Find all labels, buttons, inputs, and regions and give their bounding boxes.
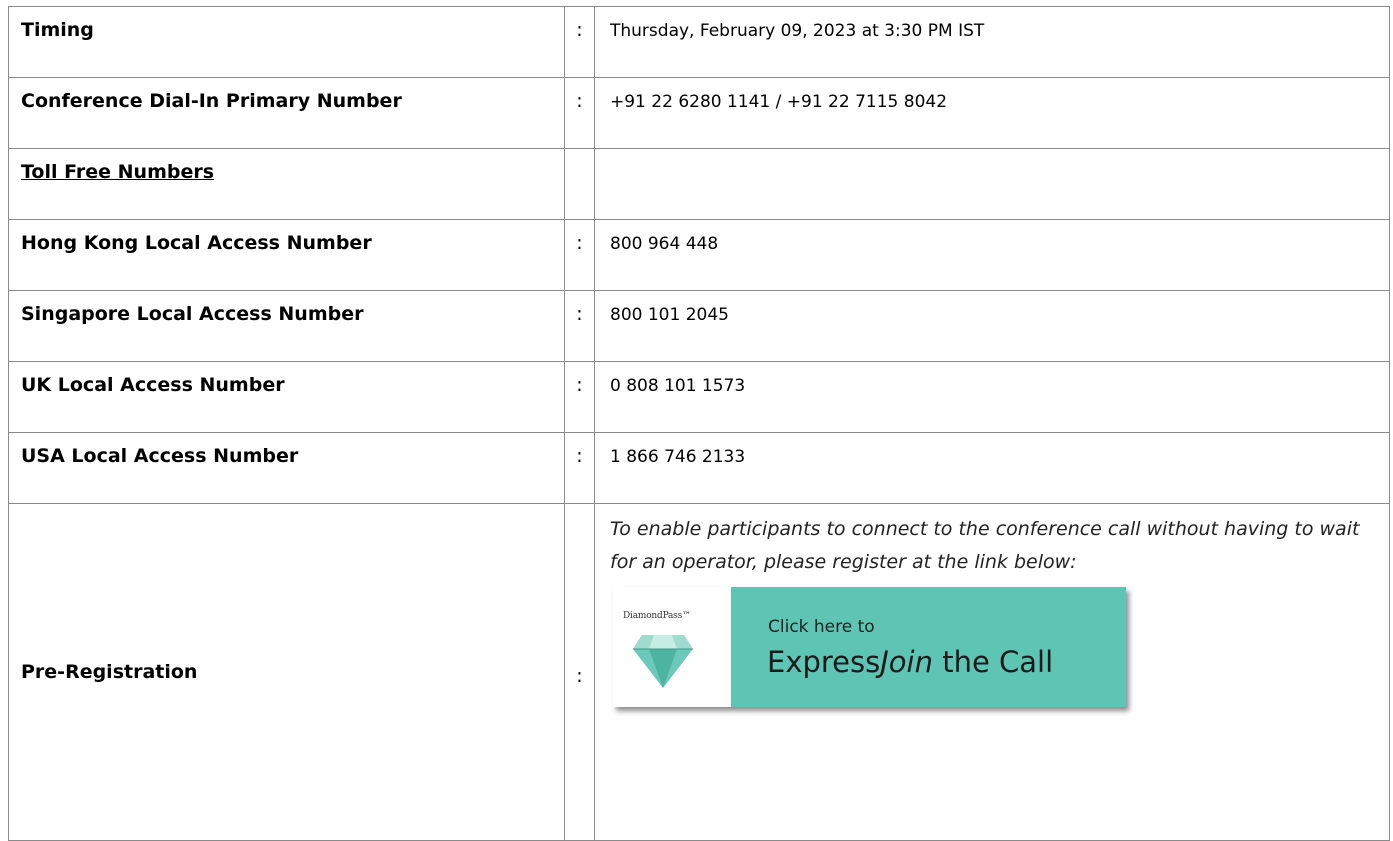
row-hong-kong: Hong Kong Local Access Number : 800 964 …	[8, 219, 1390, 291]
uk-label: UK Local Access Number	[21, 374, 285, 396]
row-primary-number: Conference Dial-In Primary Number : +91 …	[8, 77, 1390, 149]
express-italic: Join	[880, 645, 933, 679]
separator: :	[576, 90, 583, 112]
expressjoin-panel: Click here to ExpressJoin the Call	[731, 587, 1126, 707]
row-pre-registration: Pre-Registration : To enable participant…	[8, 503, 1390, 841]
separator: :	[576, 374, 583, 396]
row-uk: UK Local Access Number : 0 808 101 1573	[8, 361, 1390, 433]
express-suffix: the Call	[932, 645, 1054, 679]
primary-number-label: Conference Dial-In Primary Number	[21, 90, 402, 112]
separator: :	[576, 19, 583, 41]
expressjoin-banner-link[interactable]: DiamondPass™ Click here to ExpressJoin t…	[613, 587, 1126, 707]
uk-value: 0 808 101 1573	[610, 376, 746, 396]
separator: :	[576, 232, 583, 254]
diamondpass-logo: DiamondPass™	[613, 587, 731, 707]
expressjoin-call-text: ExpressJoin the Call	[767, 645, 1053, 679]
diamondpass-brand: DiamondPass™	[623, 611, 691, 621]
usa-value: 1 866 746 2133	[610, 447, 746, 467]
express-prefix: Express	[767, 645, 881, 679]
separator: :	[576, 665, 583, 687]
row-usa: USA Local Access Number : 1 866 746 2133	[8, 432, 1390, 504]
usa-label: USA Local Access Number	[21, 445, 299, 467]
row-toll-free-heading: Toll Free Numbers	[8, 148, 1390, 220]
pre-registration-text: To enable participants to connect to the…	[610, 518, 1360, 573]
diamond-icon	[633, 635, 693, 688]
row-timing: Timing : Thursday, February 09, 2023 at …	[8, 6, 1390, 78]
separator	[565, 149, 594, 161]
singapore-label: Singapore Local Access Number	[21, 303, 364, 325]
row-singapore: Singapore Local Access Number : 800 101 …	[8, 290, 1390, 362]
primary-number-value: +91 22 6280 1141 / +91 22 7115 8042	[610, 92, 948, 112]
separator: :	[576, 303, 583, 325]
pre-registration-label: Pre-Registration	[21, 661, 198, 683]
separator: :	[576, 445, 583, 467]
click-here-text: Click here to	[768, 617, 875, 637]
timing-value: Thursday, February 09, 2023 at 3:30 PM I…	[610, 21, 985, 41]
toll-free-value	[595, 149, 1389, 162]
hong-kong-value: 800 964 448	[610, 234, 719, 254]
hong-kong-label: Hong Kong Local Access Number	[21, 232, 372, 254]
timing-label: Timing	[21, 19, 94, 41]
toll-free-heading: Toll Free Numbers	[21, 161, 215, 183]
singapore-value: 800 101 2045	[610, 305, 729, 325]
conference-details-table: Timing : Thursday, February 09, 2023 at …	[8, 6, 1390, 841]
